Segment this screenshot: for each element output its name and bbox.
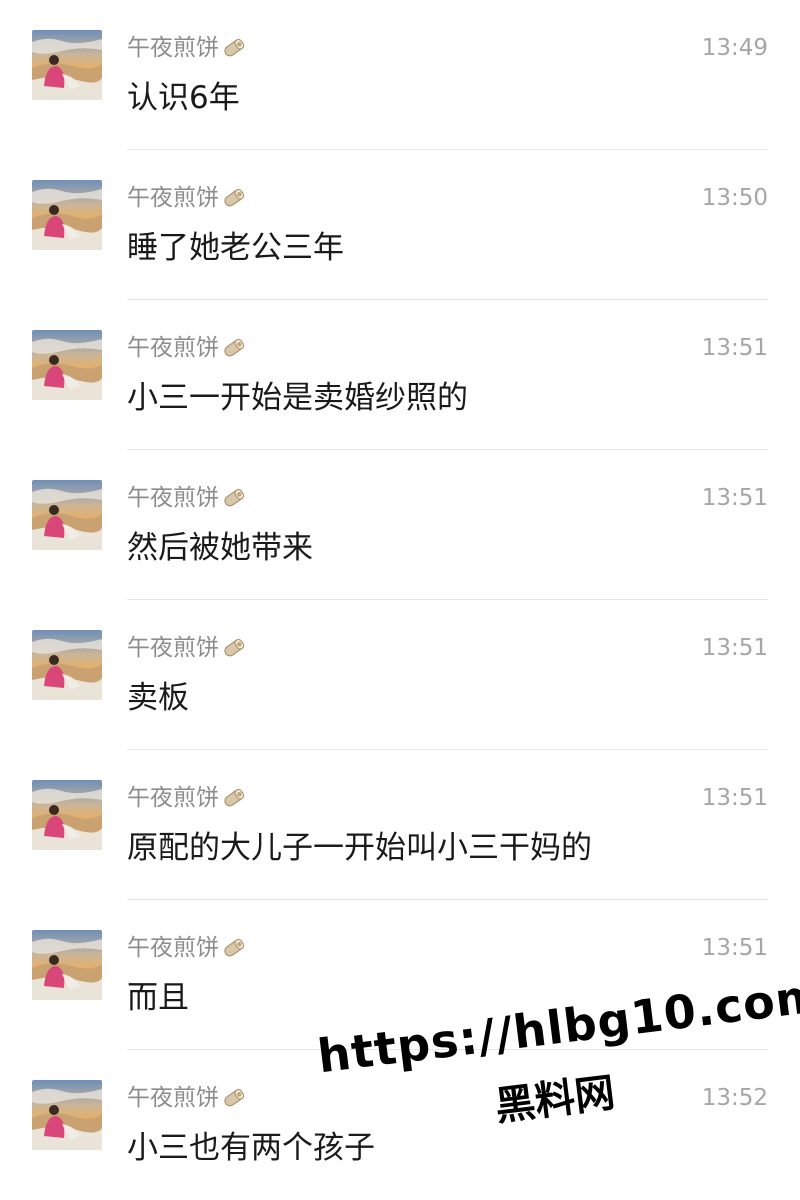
sender-name: 午夜煎饼 [127,783,247,817]
avatar[interactable] [32,1080,102,1150]
message-time: 13:51 [701,485,768,511]
message-text: 然后被她带来 [127,530,313,566]
sender-name: 午夜煎饼 [127,1083,247,1117]
egg-roll-icon [221,37,247,67]
sender-name-text: 午夜煎饼 [127,335,219,361]
message-text: 卖板 [127,680,189,716]
message-time: 13:49 [701,35,768,61]
sender-name-text: 午夜煎饼 [127,635,219,661]
message-item[interactable]: 午夜煎饼 13:51 而且 [0,900,800,1050]
message-item[interactable]: 午夜煎饼 13:51 原配的大儿子一开始叫小三干妈的 [0,750,800,900]
message-item[interactable]: 午夜煎饼 13:50 睡了她老公三年 [0,150,800,300]
avatar[interactable] [32,480,102,550]
egg-roll-icon [221,337,247,367]
sender-name-text: 午夜煎饼 [127,35,219,61]
message-text: 小三也有两个孩子 [127,1130,375,1166]
sender-name: 午夜煎饼 [127,633,247,667]
avatar[interactable] [32,330,102,400]
avatar[interactable] [32,630,102,700]
message-item[interactable]: 午夜煎饼 13:52 小三也有两个孩子 [0,1050,800,1200]
message-text: 而且 [127,980,189,1016]
egg-roll-icon [221,1087,247,1117]
egg-roll-icon [221,787,247,817]
message-item[interactable]: 午夜煎饼 13:51 卖板 [0,600,800,750]
message-time: 13:50 [701,185,768,211]
message-text: 小三一开始是卖婚纱照的 [127,380,468,416]
sender-name: 午夜煎饼 [127,333,247,367]
sender-name: 午夜煎饼 [127,33,247,67]
egg-roll-icon [221,187,247,217]
message-text: 原配的大儿子一开始叫小三干妈的 [127,830,592,866]
message-text: 睡了她老公三年 [127,230,344,266]
message-time: 13:51 [701,635,768,661]
message-time: 13:51 [701,935,768,961]
sender-name-text: 午夜煎饼 [127,185,219,211]
avatar[interactable] [32,930,102,1000]
chat-message-list: 午夜煎饼 13:49 认识6年 午夜煎饼 13:50 睡了她老公三年 午夜煎饼 … [0,0,800,1200]
sender-name: 午夜煎饼 [127,183,247,217]
sender-name-text: 午夜煎饼 [127,1085,219,1111]
sender-name: 午夜煎饼 [127,483,247,517]
message-text: 认识6年 [127,80,240,116]
sender-name: 午夜煎饼 [127,933,247,967]
message-item[interactable]: 午夜煎饼 13:51 然后被她带来 [0,450,800,600]
avatar[interactable] [32,180,102,250]
message-item[interactable]: 午夜煎饼 13:49 认识6年 [0,0,800,150]
sender-name-text: 午夜煎饼 [127,935,219,961]
avatar[interactable] [32,30,102,100]
sender-name-text: 午夜煎饼 [127,785,219,811]
message-item[interactable]: 午夜煎饼 13:51 小三一开始是卖婚纱照的 [0,300,800,450]
egg-roll-icon [221,487,247,517]
egg-roll-icon [221,637,247,667]
message-time: 13:51 [701,785,768,811]
egg-roll-icon [221,937,247,967]
avatar[interactable] [32,780,102,850]
message-time: 13:51 [701,335,768,361]
message-time: 13:52 [701,1085,768,1111]
sender-name-text: 午夜煎饼 [127,485,219,511]
